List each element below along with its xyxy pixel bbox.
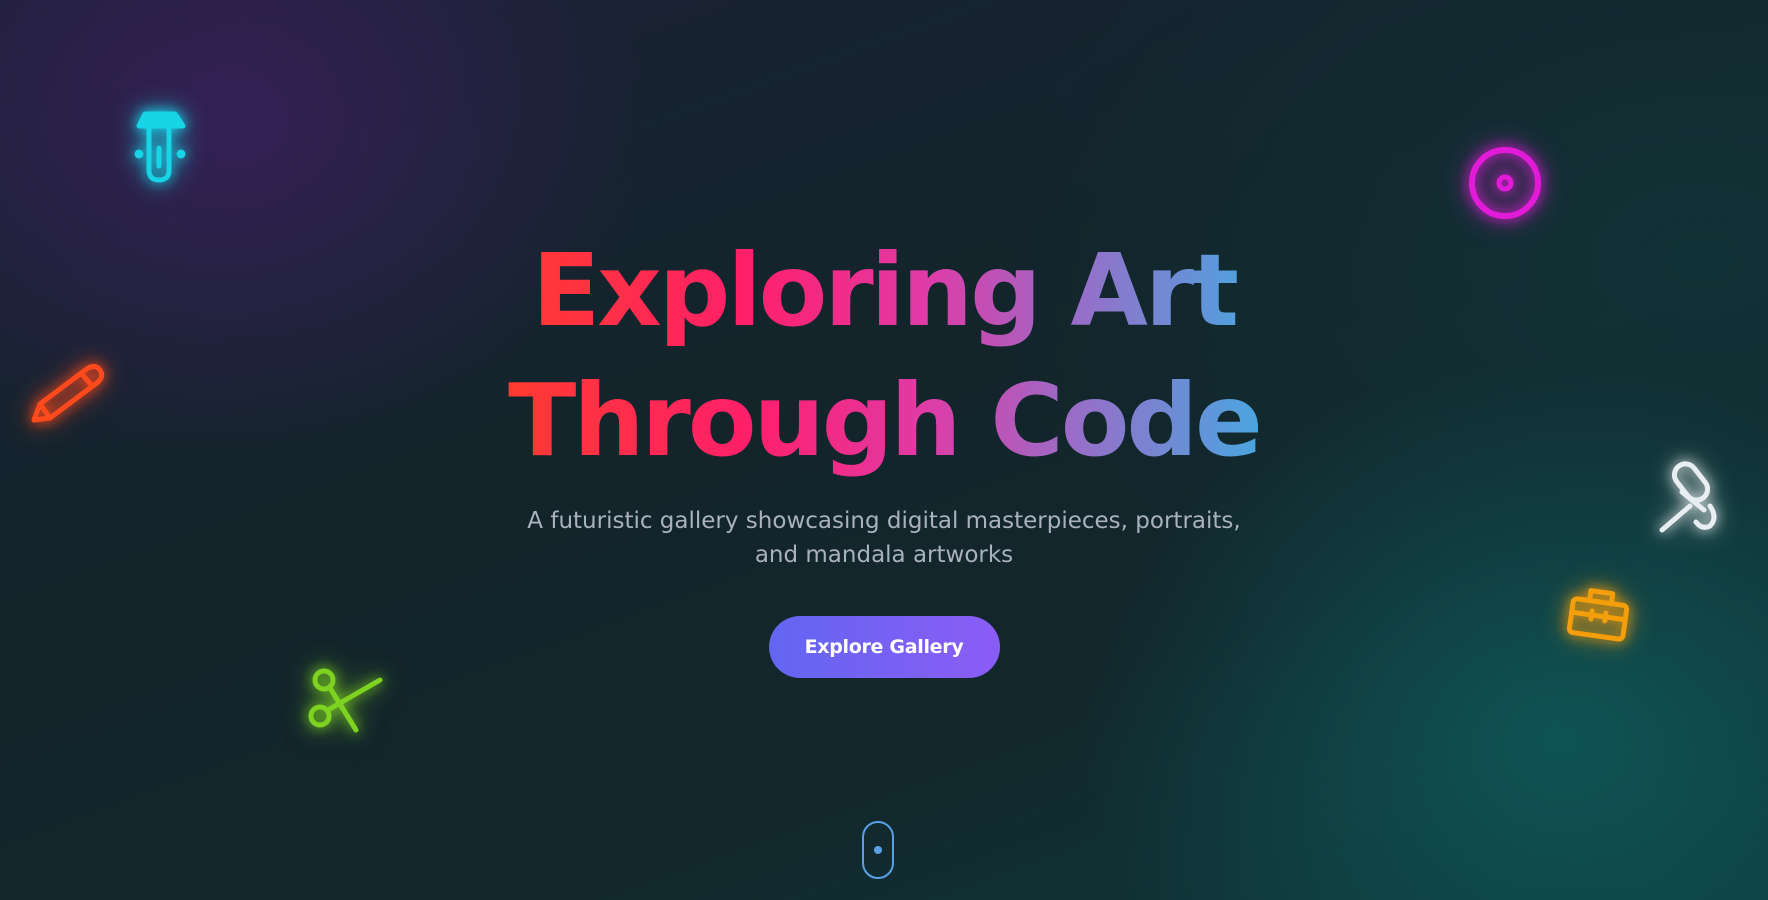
flask-icon [134,108,189,188]
hero-content: Exploring Art Through Code A futuristic … [0,226,1768,678]
mouse-scroll-icon[interactable] [862,821,894,879]
scroll-dot [874,846,882,854]
hero-title-line-1: Exploring Art [531,232,1237,349]
hero-title: Exploring Art Through Code [508,226,1260,486]
target-icon [1466,144,1544,222]
hero-subtitle: A futuristic gallery showcasing digital … [527,508,1241,568]
hero-section: Exploring Art Through Code A futuristic … [0,0,1768,900]
hero-title-line-2: Through Code [508,362,1260,479]
explore-gallery-button[interactable]: Explore Gallery [768,616,1000,678]
